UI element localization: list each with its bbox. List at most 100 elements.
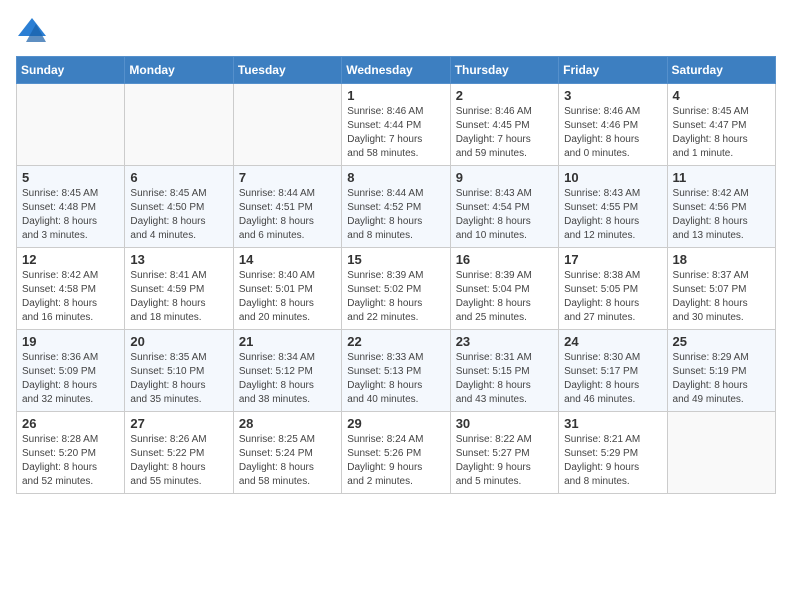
day-info: Sunrise: 8:45 AM Sunset: 4:47 PM Dayligh…	[673, 105, 770, 161]
day-info: Sunrise: 8:45 AM Sunset: 4:50 PM Dayligh…	[130, 187, 227, 243]
day-number: 14	[239, 252, 336, 267]
day-info: Sunrise: 8:42 AM Sunset: 4:56 PM Dayligh…	[673, 187, 770, 243]
day-info: Sunrise: 8:43 AM Sunset: 4:55 PM Dayligh…	[564, 187, 661, 243]
day-info: Sunrise: 8:46 AM Sunset: 4:45 PM Dayligh…	[456, 105, 553, 161]
day-info: Sunrise: 8:35 AM Sunset: 5:10 PM Dayligh…	[130, 351, 227, 407]
day-info: Sunrise: 8:36 AM Sunset: 5:09 PM Dayligh…	[22, 351, 119, 407]
day-number: 11	[673, 170, 770, 185]
day-number: 29	[347, 416, 444, 431]
calendar-cell: 25 Sunrise: 8:29 AM Sunset: 5:19 PM Dayli…	[667, 330, 775, 412]
day-number: 23	[456, 334, 553, 349]
calendar-cell: 13Sunrise: 8:41 AM Sunset: 4:59 PM Dayli…	[125, 248, 233, 330]
calendar-week-row: 12 Sunrise: 8:42 AM Sunset: 4:58 PM Dayli…	[17, 248, 776, 330]
day-number: 8	[347, 170, 444, 185]
day-info: Sunrise: 8:33 AM Sunset: 5:13 PM Dayligh…	[347, 351, 444, 407]
calendar-cell: 2 Sunrise: 8:46 AM Sunset: 4:45 PM Daylig…	[450, 84, 558, 166]
day-info: Sunrise: 8:39 AM Sunset: 5:04 PM Dayligh…	[456, 269, 553, 325]
day-info: Sunrise: 8:38 AM Sunset: 5:05 PM Dayligh…	[564, 269, 661, 325]
page-header	[16, 16, 776, 44]
day-number: 2	[456, 88, 553, 103]
calendar-cell: 22 Sunrise: 8:33 AM Sunset: 5:13 PM Dayli…	[342, 330, 450, 412]
calendar-cell: 28 Sunrise: 8:25 AM Sunset: 5:24 PM Dayli…	[233, 412, 341, 494]
logo	[16, 16, 52, 44]
day-number: 30	[456, 416, 553, 431]
calendar-cell: 24 Sunrise: 8:30 AM Sunset: 5:17 PM Dayli…	[559, 330, 667, 412]
day-number: 20	[130, 334, 227, 349]
calendar-cell	[667, 412, 775, 494]
calendar-cell	[233, 84, 341, 166]
calendar-cell: 10 Sunrise: 8:43 AM Sunset: 4:55 PM Dayli…	[559, 166, 667, 248]
day-info: Sunrise: 8:46 AM Sunset: 4:44 PM Dayligh…	[347, 105, 444, 161]
day-number: 7	[239, 170, 336, 185]
logo-icon	[16, 16, 48, 44]
day-info: Sunrise: 8:31 AM Sunset: 5:15 PM Dayligh…	[456, 351, 553, 407]
day-number: 4	[673, 88, 770, 103]
day-info: Sunrise: 8:29 AM Sunset: 5:19 PM Dayligh…	[673, 351, 770, 407]
calendar-cell: 29 Sunrise: 8:24 AM Sunset: 5:26 PM Dayli…	[342, 412, 450, 494]
calendar-cell: 6 Sunrise: 8:45 AM Sunset: 4:50 PM Daylig…	[125, 166, 233, 248]
calendar-cell: 4 Sunrise: 8:45 AM Sunset: 4:47 PM Daylig…	[667, 84, 775, 166]
day-info: Sunrise: 8:24 AM Sunset: 5:26 PM Dayligh…	[347, 433, 444, 489]
day-info: Sunrise: 8:45 AM Sunset: 4:48 PM Dayligh…	[22, 187, 119, 243]
day-info: Sunrise: 8:34 AM Sunset: 5:12 PM Dayligh…	[239, 351, 336, 407]
day-info: Sunrise: 8:30 AM Sunset: 5:17 PM Dayligh…	[564, 351, 661, 407]
day-info: Sunrise: 8:39 AM Sunset: 5:02 PM Dayligh…	[347, 269, 444, 325]
day-number: 1	[347, 88, 444, 103]
day-info: Sunrise: 8:21 AM Sunset: 5:29 PM Dayligh…	[564, 433, 661, 489]
column-header-tuesday: Tuesday	[233, 57, 341, 84]
day-number: 21	[239, 334, 336, 349]
calendar-cell: 12 Sunrise: 8:42 AM Sunset: 4:58 PM Dayli…	[17, 248, 125, 330]
calendar-cell: 20 Sunrise: 8:35 AM Sunset: 5:10 PM Dayli…	[125, 330, 233, 412]
calendar-week-row: 19 Sunrise: 8:36 AM Sunset: 5:09 PM Dayli…	[17, 330, 776, 412]
day-info: Sunrise: 8:42 AM Sunset: 4:58 PM Dayligh…	[22, 269, 119, 325]
calendar-cell: 8 Sunrise: 8:44 AM Sunset: 4:52 PM Daylig…	[342, 166, 450, 248]
day-number: 25	[673, 334, 770, 349]
calendar-cell: 16Sunrise: 8:39 AM Sunset: 5:04 PM Dayli…	[450, 248, 558, 330]
day-info: Sunrise: 8:25 AM Sunset: 5:24 PM Dayligh…	[239, 433, 336, 489]
calendar-cell: 7 Sunrise: 8:44 AM Sunset: 4:51 PM Daylig…	[233, 166, 341, 248]
calendar-table: SundayMondayTuesdayWednesdayThursdayFrid…	[16, 56, 776, 494]
column-header-saturday: Saturday	[667, 57, 775, 84]
calendar-header-row: SundayMondayTuesdayWednesdayThursdayFrid…	[17, 57, 776, 84]
column-header-wednesday: Wednesday	[342, 57, 450, 84]
calendar-cell: 19 Sunrise: 8:36 AM Sunset: 5:09 PM Dayli…	[17, 330, 125, 412]
calendar-cell: 27Sunrise: 8:26 AM Sunset: 5:22 PM Dayli…	[125, 412, 233, 494]
day-number: 22	[347, 334, 444, 349]
calendar-cell	[17, 84, 125, 166]
day-number: 24	[564, 334, 661, 349]
day-info: Sunrise: 8:40 AM Sunset: 5:01 PM Dayligh…	[239, 269, 336, 325]
calendar-cell: 15Sunrise: 8:39 AM Sunset: 5:02 PM Dayli…	[342, 248, 450, 330]
column-header-friday: Friday	[559, 57, 667, 84]
calendar-cell: 14 Sunrise: 8:40 AM Sunset: 5:01 PM Dayli…	[233, 248, 341, 330]
day-info: Sunrise: 8:43 AM Sunset: 4:54 PM Dayligh…	[456, 187, 553, 243]
day-number: 17	[564, 252, 661, 267]
day-number: 31	[564, 416, 661, 431]
day-number: 5	[22, 170, 119, 185]
calendar-cell: 3Sunrise: 8:46 AM Sunset: 4:46 PM Daylig…	[559, 84, 667, 166]
day-number: 19	[22, 334, 119, 349]
day-number: 26	[22, 416, 119, 431]
day-info: Sunrise: 8:44 AM Sunset: 4:52 PM Dayligh…	[347, 187, 444, 243]
day-info: Sunrise: 8:22 AM Sunset: 5:27 PM Dayligh…	[456, 433, 553, 489]
day-info: Sunrise: 8:26 AM Sunset: 5:22 PM Dayligh…	[130, 433, 227, 489]
day-info: Sunrise: 8:44 AM Sunset: 4:51 PM Dayligh…	[239, 187, 336, 243]
calendar-cell: 21 Sunrise: 8:34 AM Sunset: 5:12 PM Dayli…	[233, 330, 341, 412]
calendar-cell: 26 Sunrise: 8:28 AM Sunset: 5:20 PM Dayli…	[17, 412, 125, 494]
day-number: 9	[456, 170, 553, 185]
day-info: Sunrise: 8:37 AM Sunset: 5:07 PM Dayligh…	[673, 269, 770, 325]
calendar-week-row: 26 Sunrise: 8:28 AM Sunset: 5:20 PM Dayli…	[17, 412, 776, 494]
calendar-cell: 1 Sunrise: 8:46 AM Sunset: 4:44 PM Daylig…	[342, 84, 450, 166]
day-info: Sunrise: 8:46 AM Sunset: 4:46 PM Dayligh…	[564, 105, 661, 161]
day-info: Sunrise: 8:28 AM Sunset: 5:20 PM Dayligh…	[22, 433, 119, 489]
day-number: 28	[239, 416, 336, 431]
calendar-cell: 18Sunrise: 8:37 AM Sunset: 5:07 PM Dayli…	[667, 248, 775, 330]
day-number: 6	[130, 170, 227, 185]
column-header-sunday: Sunday	[17, 57, 125, 84]
calendar-cell: 23 Sunrise: 8:31 AM Sunset: 5:15 PM Dayli…	[450, 330, 558, 412]
column-header-monday: Monday	[125, 57, 233, 84]
calendar-cell: 31 Sunrise: 8:21 AM Sunset: 5:29 PM Dayli…	[559, 412, 667, 494]
day-info: Sunrise: 8:41 AM Sunset: 4:59 PM Dayligh…	[130, 269, 227, 325]
day-number: 10	[564, 170, 661, 185]
calendar-cell	[125, 84, 233, 166]
day-number: 12	[22, 252, 119, 267]
